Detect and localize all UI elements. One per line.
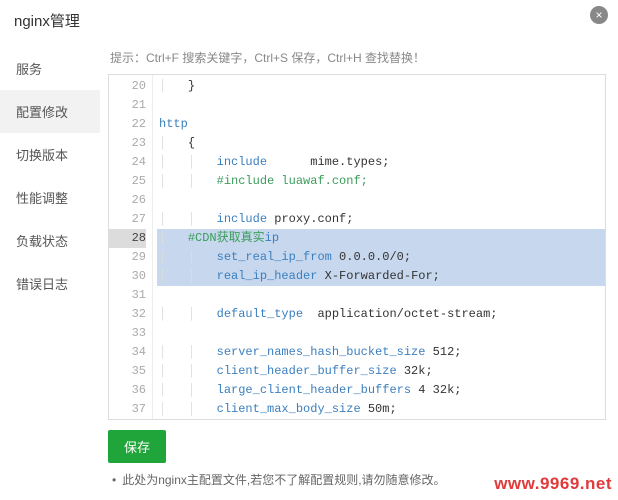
- code-editor[interactable]: 20212223242526272829303132333435363738 │…: [108, 74, 606, 420]
- code-line[interactable]: │ │ include proxy.conf;: [157, 210, 605, 229]
- code-line[interactable]: http: [157, 115, 605, 134]
- code-line[interactable]: │ #CDN获取真实ip: [157, 229, 605, 248]
- code-line[interactable]: │ │ set_real_ip_from 0.0.0.0/0;: [157, 248, 605, 267]
- save-button[interactable]: 保存: [108, 430, 166, 463]
- sidebar: 服务配置修改切换版本性能调整负载状态错误日志: [0, 43, 100, 500]
- code-line[interactable]: │ │ include mime.types;: [157, 153, 605, 172]
- code-line[interactable]: │ │ large_client_header_buffers 4 32k;: [157, 381, 605, 400]
- config-note: •此处为nginx主配置文件,若您不了解配置规则,请勿随意修改。: [108, 469, 606, 496]
- close-button[interactable]: ×: [590, 6, 608, 24]
- code-line[interactable]: │ │ #include luawaf.conf;: [157, 172, 605, 191]
- code-line[interactable]: │ │ server_names_hash_bucket_size 512;: [157, 343, 605, 362]
- code-line[interactable]: │ {: [157, 134, 605, 153]
- sidebar-item[interactable]: 负载状态: [0, 219, 100, 262]
- code-area[interactable]: │ } http│ {│ │ include mime.types;│ │ #in…: [153, 75, 605, 419]
- sidebar-item[interactable]: 性能调整: [0, 176, 100, 219]
- code-line[interactable]: │ │ real_ip_header X-Forwarded-For;: [157, 267, 605, 286]
- code-line[interactable]: │ }: [157, 77, 605, 96]
- sidebar-item[interactable]: 配置修改: [0, 90, 100, 133]
- code-line[interactable]: │ │ client_max_body_size 50m;: [157, 400, 605, 419]
- code-line[interactable]: [157, 324, 605, 343]
- code-line[interactable]: [157, 191, 605, 210]
- code-line[interactable]: │ │ default_type application/octet-strea…: [157, 305, 605, 324]
- sidebar-item[interactable]: 切换版本: [0, 133, 100, 176]
- sidebar-item[interactable]: 错误日志: [0, 262, 100, 305]
- sidebar-item[interactable]: 服务: [0, 47, 100, 90]
- line-gutter: 20212223242526272829303132333435363738: [109, 75, 153, 419]
- hint-text: 提示：Ctrl+F 搜索关键字，Ctrl+S 保存，Ctrl+H 查找替换！: [108, 43, 606, 74]
- code-line[interactable]: [157, 96, 605, 115]
- code-line[interactable]: [157, 286, 605, 305]
- modal-title: nginx管理: [0, 0, 618, 43]
- code-line[interactable]: │ │ client_header_buffer_size 32k;: [157, 362, 605, 381]
